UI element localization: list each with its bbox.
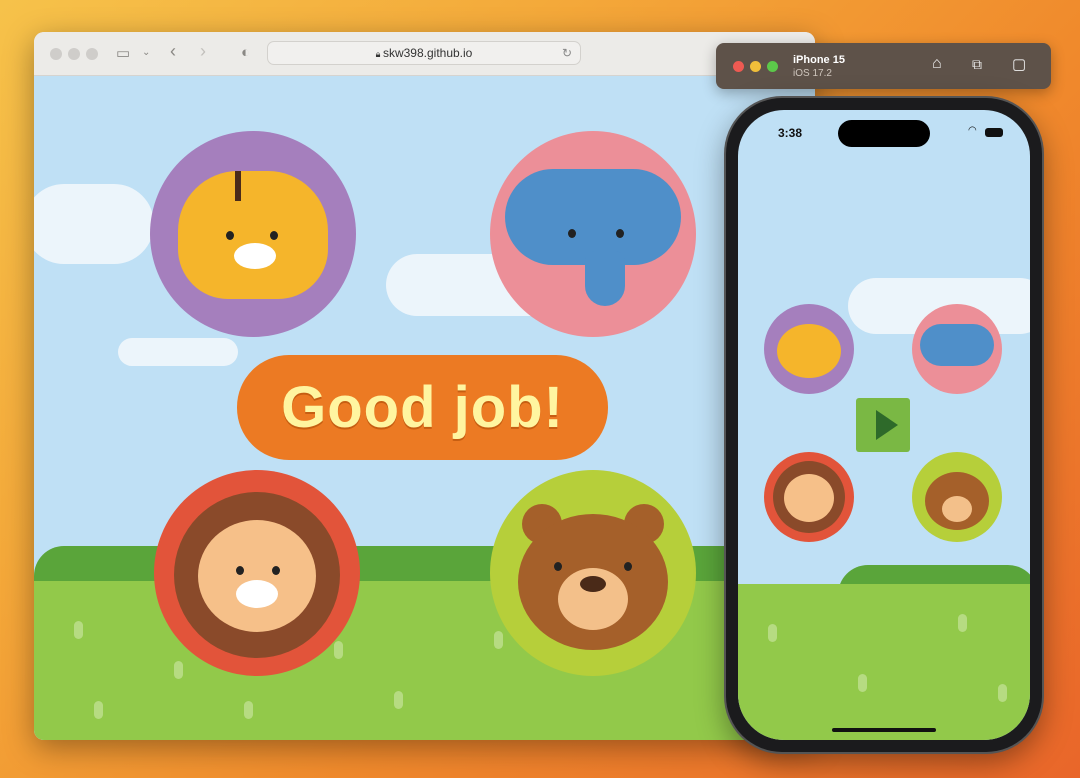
good-job-message: Good job! bbox=[237, 355, 608, 460]
browser-toolbar: ▭ ⌄ ‹ › ◐ 🔒︎ skw398.github.io ↻ bbox=[34, 32, 815, 76]
home-indicator[interactable] bbox=[832, 728, 936, 732]
cloud bbox=[118, 338, 238, 366]
close-button[interactable] bbox=[733, 61, 744, 72]
lion-button[interactable] bbox=[764, 452, 854, 542]
wifi-icon: ◠ bbox=[968, 125, 977, 136]
dynamic-island bbox=[838, 120, 930, 147]
lock-icon: 🔒︎ bbox=[375, 49, 383, 59]
minimize-button[interactable] bbox=[750, 61, 761, 72]
bear-button[interactable] bbox=[912, 452, 1002, 542]
address-bar[interactable]: 🔒︎ skw398.github.io ↻ bbox=[267, 41, 581, 65]
minimize-button[interactable] bbox=[68, 48, 80, 60]
elephant-button[interactable] bbox=[490, 131, 696, 337]
elephant-button[interactable] bbox=[912, 304, 1002, 394]
status-time: 3:38 bbox=[778, 126, 803, 140]
game-canvas: Good job! bbox=[34, 76, 815, 740]
reload-icon[interactable]: ↻ bbox=[562, 42, 572, 64]
home-icon[interactable]: ⌂ bbox=[932, 55, 942, 73]
screenshot-icon[interactable]: ⧉ bbox=[972, 56, 982, 73]
tiger-icon bbox=[178, 171, 328, 299]
device-name: iPhone 15 bbox=[793, 54, 845, 66]
tiger-button[interactable] bbox=[150, 131, 356, 337]
simulator-toolbar: iPhone 15 iOS 17.2 ⌂ ⧉ ▢ bbox=[716, 43, 1051, 89]
play-button[interactable] bbox=[856, 398, 910, 452]
grass bbox=[34, 581, 815, 740]
browser-window: ▭ ⌄ ‹ › ◐ 🔒︎ skw398.github.io ↻ Good job! bbox=[34, 32, 815, 740]
os-version: iOS 17.2 bbox=[793, 68, 832, 79]
tiger-button[interactable] bbox=[764, 304, 854, 394]
shield-icon[interactable]: ◐ bbox=[241, 44, 250, 61]
battery-icon bbox=[985, 128, 1003, 137]
tiger-icon bbox=[777, 324, 841, 378]
zoom-button[interactable] bbox=[767, 61, 778, 72]
close-button[interactable] bbox=[50, 48, 62, 60]
lion-button[interactable] bbox=[154, 470, 360, 676]
zoom-button[interactable] bbox=[86, 48, 98, 60]
url-text: skw398.github.io bbox=[382, 46, 473, 60]
rotate-icon[interactable]: ▢ bbox=[1012, 55, 1026, 73]
grass bbox=[738, 584, 1030, 740]
elephant-icon bbox=[920, 324, 994, 366]
back-icon[interactable]: ‹ bbox=[170, 41, 176, 62]
phone-screen: 3:38 ◠ bbox=[738, 110, 1030, 740]
chevron-down-icon[interactable]: ⌄ bbox=[142, 47, 150, 58]
sidebar-icon[interactable]: ▭ bbox=[116, 44, 130, 62]
bear-button[interactable] bbox=[490, 470, 696, 676]
cloud bbox=[34, 184, 154, 264]
forward-icon[interactable]: › bbox=[200, 41, 206, 62]
iphone-frame: 3:38 ◠ bbox=[726, 98, 1042, 752]
play-icon bbox=[876, 410, 898, 440]
